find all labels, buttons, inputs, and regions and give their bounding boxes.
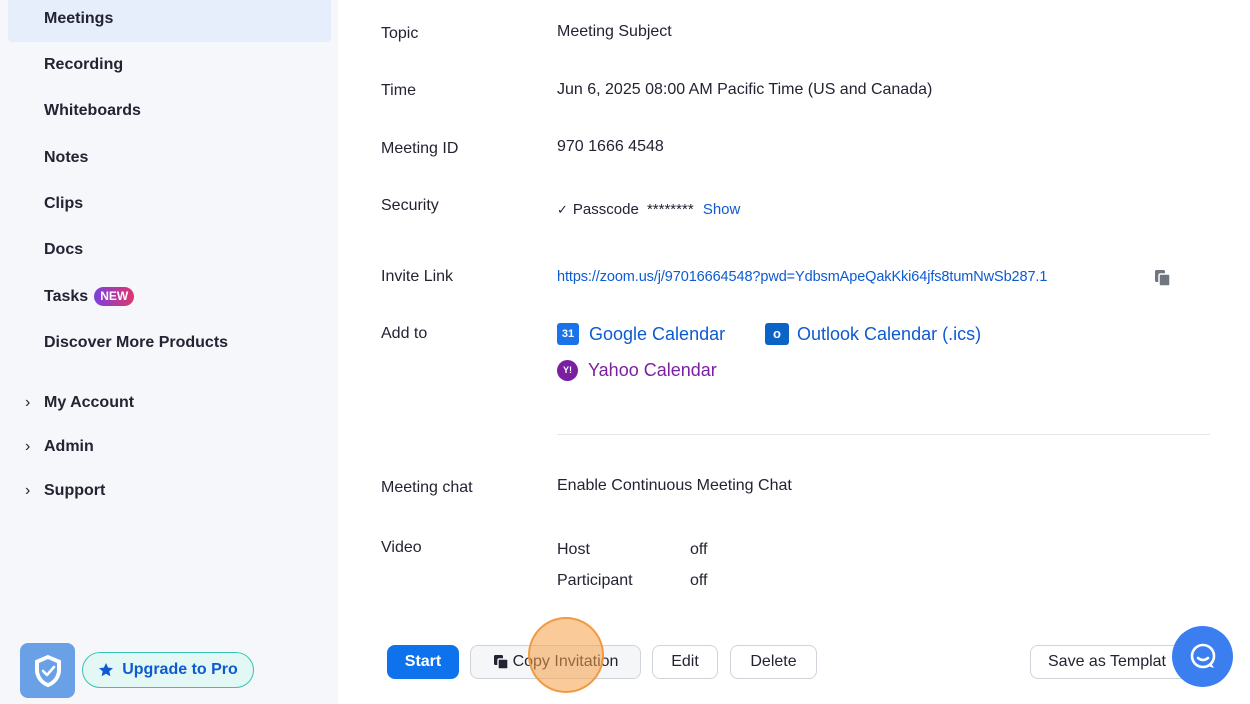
outlook-calendar-icon: o xyxy=(765,323,789,345)
copy-link-icon[interactable] xyxy=(1153,268,1173,293)
support-chat-button[interactable] xyxy=(1172,626,1233,687)
upgrade-label: Upgrade to Pro xyxy=(122,661,238,678)
chevron-right-icon: › xyxy=(25,482,31,499)
google-calendar-link[interactable]: 31 Google Calendar xyxy=(557,321,725,347)
add-to-label: Add to xyxy=(381,325,428,342)
security-value: ✓ Passcode ******** Show xyxy=(557,199,740,221)
outlook-calendar-label: Outlook Calendar (.ics) xyxy=(797,324,982,344)
yahoo-calendar-link[interactable]: Y! Yahoo Calendar xyxy=(557,357,717,383)
security-shield-button[interactable] xyxy=(20,643,75,698)
video-participant-label: Participant xyxy=(557,572,633,589)
sidebar-item-notes[interactable]: Notes xyxy=(44,146,88,170)
sidebar-item-whiteboards[interactable]: Whiteboards xyxy=(44,99,141,123)
security-label: Security xyxy=(381,197,439,214)
meeting-chat-label: Meeting chat xyxy=(381,479,473,496)
sidebar-item-support[interactable]: › Support xyxy=(25,479,105,503)
time-value: Jun 6, 2025 08:00 AM Pacific Time (US an… xyxy=(557,81,933,98)
upgrade-to-pro-button[interactable]: Upgrade to Pro xyxy=(82,652,254,688)
chevron-right-icon: › xyxy=(25,438,31,455)
video-participant-value: off xyxy=(690,572,708,589)
edit-button[interactable]: Edit xyxy=(652,645,718,679)
passcode-masked: ******** xyxy=(646,201,694,218)
topic-label: Topic xyxy=(381,25,419,42)
passcode-label: Passcode xyxy=(572,201,639,218)
section-divider xyxy=(557,434,1210,435)
sidebar-item-clips[interactable]: Clips xyxy=(44,192,83,216)
outlook-calendar-link[interactable]: o Outlook Calendar (.ics) xyxy=(765,321,981,347)
topic-value: Meeting Subject xyxy=(557,23,672,40)
chat-icon xyxy=(1190,643,1215,668)
video-host-label: Host xyxy=(557,541,590,558)
copy-icon xyxy=(493,655,509,670)
sidebar-item-label: My Account xyxy=(44,394,135,411)
video-host-value: off xyxy=(690,541,708,558)
google-calendar-label: Google Calendar xyxy=(589,324,726,344)
time-label: Time xyxy=(381,82,416,99)
copy-invitation-label: Copy Invitation xyxy=(512,653,619,670)
yahoo-calendar-label: Yahoo Calendar xyxy=(588,360,717,380)
star-icon xyxy=(99,663,114,677)
sidebar-item-docs[interactable]: Docs xyxy=(44,238,83,262)
delete-button[interactable]: Delete xyxy=(730,645,817,679)
video-label: Video xyxy=(381,539,422,556)
show-passcode-link[interactable]: Show xyxy=(703,201,741,218)
shield-check-icon xyxy=(34,654,61,687)
sidebar-item-label: Admin xyxy=(44,438,94,455)
sidebar-item-recording[interactable]: Recording xyxy=(44,53,123,77)
meeting-chat-value: Enable Continuous Meeting Chat xyxy=(557,477,792,494)
check-icon: ✓ xyxy=(557,202,568,217)
sidebar-item-my-account[interactable]: › My Account xyxy=(25,391,134,415)
sidebar-item-meetings[interactable]: Meetings xyxy=(44,7,113,31)
google-calendar-icon: 31 xyxy=(557,323,579,345)
sidebar: Meetings Recording Whiteboards Notes Cli… xyxy=(0,0,338,704)
sidebar-item-admin[interactable]: › Admin xyxy=(25,435,94,459)
sidebar-item-label: Support xyxy=(44,482,106,499)
start-button[interactable]: Start xyxy=(387,645,459,679)
chevron-right-icon: › xyxy=(25,394,31,411)
sidebar-item-label: Tasks xyxy=(44,288,89,305)
save-as-template-button[interactable]: Save as Templat xyxy=(1030,645,1190,679)
yahoo-calendar-icon: Y! xyxy=(557,359,578,381)
invite-link-label: Invite Link xyxy=(381,268,454,285)
copy-invitation-button[interactable]: Copy Invitation xyxy=(470,645,641,679)
new-badge: NEW xyxy=(94,287,135,306)
sidebar-item-tasks[interactable]: Tasks NEW xyxy=(44,285,135,309)
sidebar-item-discover-more-products[interactable]: Discover More Products xyxy=(44,331,228,355)
invite-link-url[interactable]: https://zoom.us/j/97016664548?pwd=YdbsmA… xyxy=(557,266,1047,288)
meeting-id-value: 970 1666 4548 xyxy=(557,138,664,155)
meeting-id-label: Meeting ID xyxy=(381,140,459,157)
